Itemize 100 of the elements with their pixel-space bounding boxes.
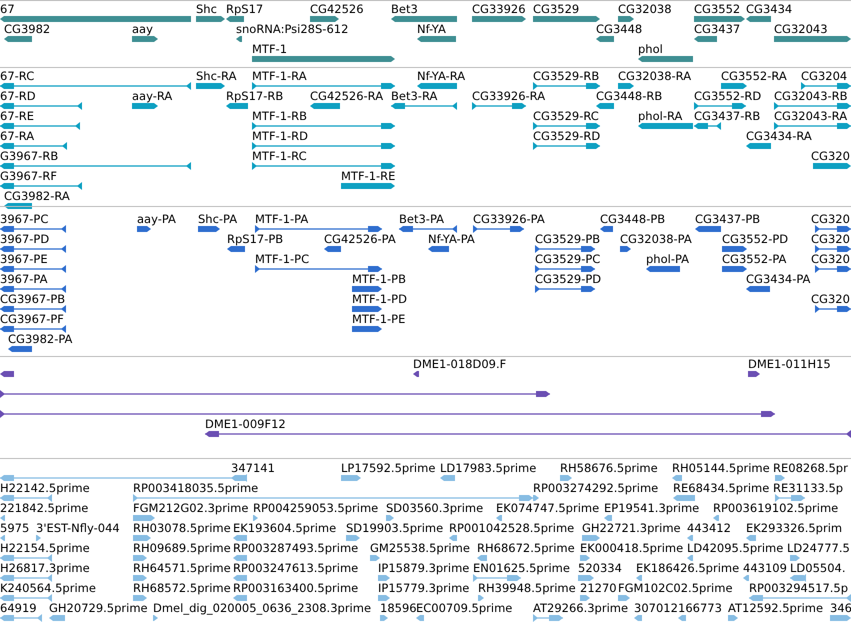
feature-label: EK186426.5prime <box>636 561 740 575</box>
feature-label: 166773 <box>678 601 722 615</box>
feature-label: 3967-PD <box>0 232 50 246</box>
feature-label: 67-RD <box>0 89 36 103</box>
feature-label: IP15879.3prime <box>378 561 470 575</box>
feature-label: CG3967-PB <box>0 292 66 306</box>
feature-label: SD19903.5prime <box>346 521 444 535</box>
feature-label: CG3437 <box>694 22 740 36</box>
feature-label: 520334 <box>578 561 622 575</box>
feature-label: 3967-PE <box>0 252 48 266</box>
feature-label: CG3529-RC <box>533 109 599 123</box>
feature-label: LD24777.5 <box>787 541 850 555</box>
feature-label: G3967-RB <box>0 149 58 163</box>
feature-label: CG3434-PA <box>746 272 810 286</box>
feature-label: 3967-PA <box>0 272 48 286</box>
feature-label: CG3529-RB <box>533 69 600 83</box>
feature-label: CG320 <box>811 252 850 266</box>
feature-label: CG32038-RA <box>618 69 692 83</box>
feature-label: 221842.5prime <box>0 501 88 515</box>
feature-label: DME1-011H15 <box>748 357 831 371</box>
feature-label: CG3434 <box>746 2 792 16</box>
feature-label: MTF-1-RE <box>341 169 396 183</box>
feature-label: aay <box>132 22 153 36</box>
feature-label: CG3982-PA <box>8 332 72 346</box>
feature-label: K240564.5prime <box>0 581 96 595</box>
feature-label: CG3529 <box>533 2 580 16</box>
feature-label: AT29266.3prime <box>533 601 628 615</box>
feature-label: CG42526 <box>310 2 364 16</box>
feature-label: CG3437-PB <box>695 212 760 226</box>
feature-label: RP001042528.5prime <box>449 521 574 535</box>
feature-label: EC00709.5prime <box>416 601 512 615</box>
feature-label: RH03078.5prime <box>133 521 231 535</box>
feature-label: LD17983.5prime <box>440 461 536 475</box>
feature-label: CG320 <box>811 149 850 163</box>
feature-label: CG33926-PA <box>473 212 545 226</box>
feature-label: 443109 <box>743 561 787 575</box>
feature-label: CG3529-PB <box>535 232 600 246</box>
feature-label: RH68572.5prime <box>133 581 231 595</box>
feature-label: CG3529-PD <box>535 272 602 286</box>
feature-label: RE31133.5p <box>773 481 844 495</box>
feature-label: RpS17 <box>226 2 264 16</box>
feature-label: MTF-1-RB <box>252 109 308 123</box>
feature-label: CG3552-RD <box>694 89 762 103</box>
feature-label: 67-RE <box>0 109 34 123</box>
feature-label: CG32043-RA <box>774 109 848 123</box>
feature-label: 346 <box>830 601 851 615</box>
feature-label: G3967-RF <box>0 169 57 183</box>
feature-label: aay-PA <box>137 212 176 226</box>
feature-label: RH05144.5prime <box>672 461 770 475</box>
feature-label: RP003418035.5prime <box>133 481 258 495</box>
feature-label: CG3529-PC <box>535 252 600 266</box>
feature-label: EK000418.5prime <box>580 541 684 555</box>
feature-label: snoRNA:Psi28S-612 <box>236 22 348 36</box>
feature-label: MTF-1 <box>252 42 288 56</box>
feature-label: SD03560.3prime <box>386 501 484 515</box>
feature-label: RP003247613.5prime <box>233 561 358 575</box>
feature-label: RP003274292.5prime <box>533 481 658 495</box>
feature-label: 21270 <box>580 581 617 595</box>
feature-label: 67 <box>0 2 15 16</box>
feature-label: CG32043 <box>774 22 828 36</box>
feature-label: MTF-1-PE <box>352 312 406 326</box>
feature-label: RpS17-RB <box>226 89 284 103</box>
feature-label: CG42526-RA <box>310 89 384 103</box>
feature-label: 18596 <box>380 601 417 615</box>
feature-label: EK193604.5prime <box>233 521 336 535</box>
feature-label: Bet3 <box>391 2 418 16</box>
feature-label: CG3967-PF <box>0 312 64 326</box>
feature-label: 3'EST-Nfly-044 <box>36 521 120 535</box>
feature-label: MTF-1-PB <box>352 272 406 286</box>
feature-label: Shc-RA <box>196 69 236 83</box>
feature-label: 307012 <box>634 601 678 615</box>
feature-label: RP003287493.5prime <box>233 541 358 555</box>
feature-label: CG3529-RD <box>533 129 600 143</box>
feature-label: CG3448-PB <box>600 212 666 226</box>
feature-label: LD42095.5prime <box>687 541 784 555</box>
feature-label: MTF-1-RC <box>252 149 307 163</box>
feature-label: Nf-YA <box>417 22 446 36</box>
feature-label: LP17592.5prime <box>341 461 436 475</box>
feature-label: CG3437-RB <box>694 109 760 123</box>
feature-label: RH58676.5prime <box>560 461 658 475</box>
feature-label: Bet3-RA <box>391 89 438 103</box>
feature-label: CG32038-PA <box>620 232 692 246</box>
feature-label: RH68672.5prime <box>477 541 575 555</box>
feature-label: RP003294517.5p <box>749 581 848 595</box>
feature-label: CG3552-PD <box>722 232 788 246</box>
feature-label: CG3448-RB <box>596 89 662 103</box>
feature-label: FGM212G02.3prime <box>133 501 248 515</box>
feature-label: CG32043-RB <box>774 89 848 103</box>
feature-label: CG320 <box>811 212 850 226</box>
feature-label: DME1-009F12 <box>205 417 286 431</box>
feature-label: MTF-1-PC <box>255 252 310 266</box>
feature-label: EK074747.5prime <box>496 501 600 515</box>
feature-label: Shc-PA <box>198 212 238 226</box>
feature-label: GH22721.3prime <box>582 521 681 535</box>
feature-label: 347141 <box>231 461 275 475</box>
feature-label: H22142.5prime <box>0 481 90 495</box>
feature-label: AT12592.5prime <box>728 601 824 615</box>
feature-label: Bet3-PA <box>399 212 444 226</box>
feature-label: aay-RA <box>132 89 172 103</box>
feature-label: IP15779.3prime <box>378 581 470 595</box>
